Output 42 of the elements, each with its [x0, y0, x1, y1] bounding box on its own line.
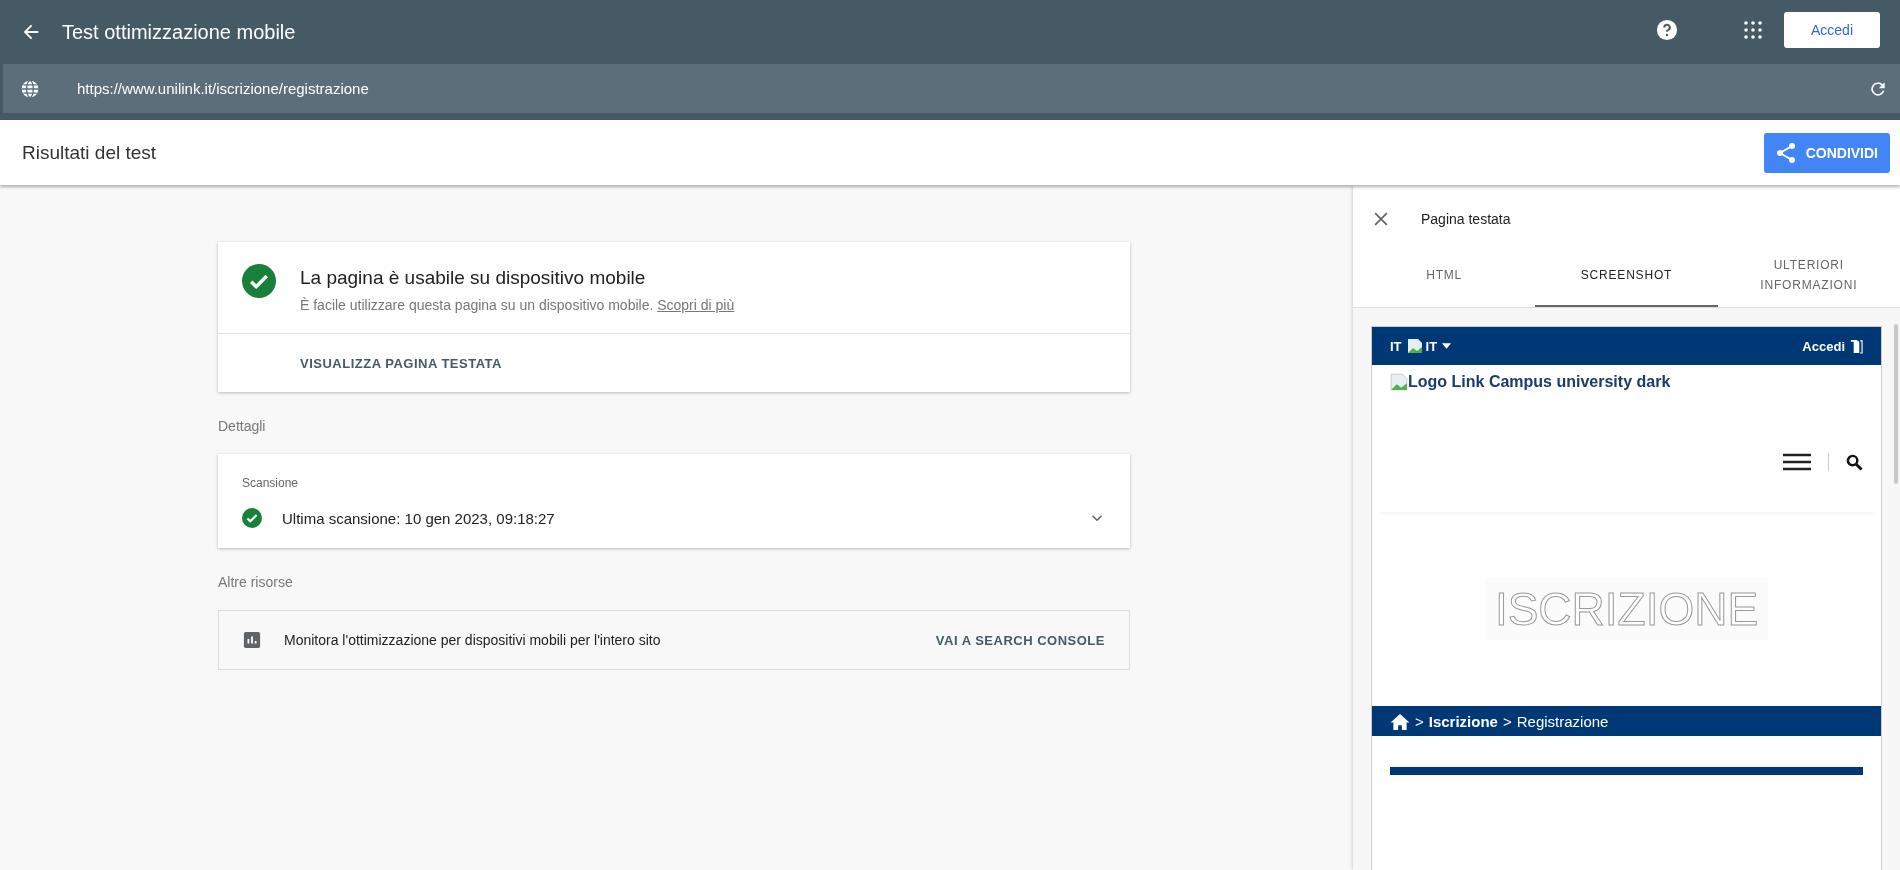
check-circle-icon [242, 508, 262, 528]
check-circle-icon [242, 264, 276, 298]
home-icon[interactable] [1390, 712, 1410, 730]
share-button[interactable]: CONDIVIDI [1763, 132, 1890, 173]
broken-image-icon [1406, 338, 1423, 354]
globe-icon [20, 78, 40, 99]
app-title: Test ottimizzazione mobile [62, 20, 296, 44]
bar-chart-icon [243, 631, 261, 649]
banner-title: ISCRIZIONE [1484, 578, 1769, 640]
breadcrumb-separator: > [1415, 712, 1424, 730]
help-icon[interactable] [1656, 19, 1678, 41]
site-sign-in-link[interactable]: Accedi [1802, 338, 1845, 354]
logo-alt-text: Logo Link Campus university dark [1408, 373, 1671, 391]
panel-title: Pagina testata [1421, 211, 1511, 227]
results-title: Risultati del test [22, 141, 157, 164]
breadcrumb-separator: > [1502, 712, 1512, 730]
apps-grid-icon[interactable] [1744, 21, 1762, 39]
view-tested-page-button[interactable]: VISUALIZZA PAGINA TESTATA [300, 356, 502, 371]
learn-more-link[interactable]: Scopri di più [657, 297, 735, 313]
scrollbar-thumb[interactable] [1894, 324, 1898, 484]
language-label: IT [1390, 338, 1402, 354]
breadcrumb-item: Registrazione [1516, 712, 1609, 730]
door-icon [1850, 338, 1863, 354]
url-bar[interactable]: https://www.unilink.it/iscrizione/registrazione [3, 64, 1900, 113]
card-title: Scansione [242, 476, 300, 490]
resource-text: Monitora l'ottimizzazione per dispositivi mobili per l'intero sito [284, 632, 661, 648]
section-heading: Dettagli [218, 418, 267, 434]
menu-icon[interactable] [1783, 453, 1811, 471]
caret-icon[interactable] [1442, 343, 1452, 349]
crawl-status: Ultima scansione: 10 gen 2023, 09:18:27 [282, 509, 555, 527]
tab[interactable]: ULTERIORI INFORMAZIONI [1717, 245, 1900, 307]
search-icon[interactable] [1846, 453, 1863, 471]
section-heading: Altre risorse [218, 574, 294, 590]
flag-alt-text: IT [1425, 338, 1438, 354]
tab[interactable]: HTML [1353, 245, 1536, 307]
url-text: https://www.unilink.it/iscrizione/registrazione [77, 80, 369, 97]
result-description: È facile utilizzare questa pagina su un dispositivo mobile. Scopri di più [300, 297, 735, 313]
breadcrumb-item[interactable]: Iscrizione [1428, 712, 1498, 730]
search-console-button[interactable]: VAI A SEARCH CONSOLE [935, 632, 1105, 648]
sign-in-button[interactable]: Accedi [1784, 12, 1880, 48]
broken-image-icon [1390, 373, 1408, 391]
result-title: La pagina è usabile su dispositivo mobile [300, 267, 647, 289]
